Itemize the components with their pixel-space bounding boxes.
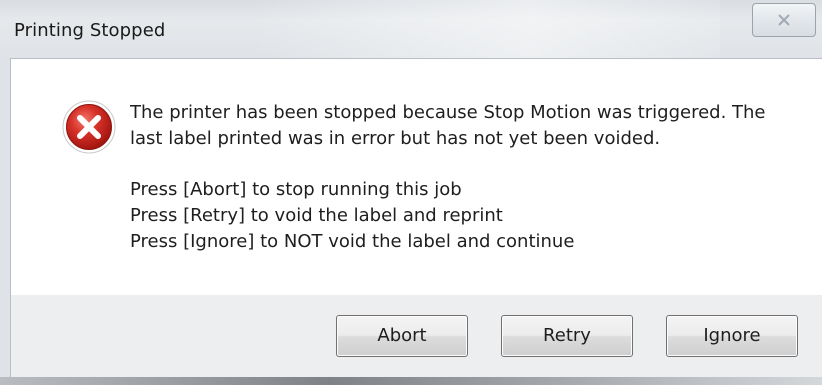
title-bar[interactable]: Printing Stopped	[0, 0, 822, 58]
retry-button[interactable]: Retry	[501, 315, 633, 357]
abort-button[interactable]: Abort	[336, 315, 468, 357]
button-bar: Abort Retry Ignore	[10, 295, 822, 385]
message-text: The printer has been stopped because Sto…	[130, 100, 790, 255]
dialog-window: Printing Stopped The printer has been st…	[0, 0, 822, 385]
title-bar-glass	[250, 0, 720, 58]
error-icon	[62, 100, 116, 154]
window-bottom-border	[0, 377, 822, 385]
message-line: The printer has been stopped because Sto…	[130, 102, 766, 123]
instruction-ignore: Press [Ignore] to NOT void the label and…	[130, 231, 575, 252]
ignore-button[interactable]: Ignore	[666, 315, 798, 357]
close-button[interactable]	[752, 3, 816, 37]
instruction-abort: Press [Abort] to stop running this job	[130, 179, 462, 200]
message-instructions: Press [Abort] to stop running this job P…	[130, 177, 790, 255]
close-icon	[778, 14, 790, 26]
instruction-retry: Press [Retry] to void the label and repr…	[130, 205, 503, 226]
message-main: The printer has been stopped because Sto…	[130, 100, 790, 152]
message-line: last label printed was in error but has …	[130, 128, 661, 149]
dialog-content: The printer has been stopped because Sto…	[10, 58, 822, 295]
window-title: Printing Stopped	[14, 20, 166, 41]
